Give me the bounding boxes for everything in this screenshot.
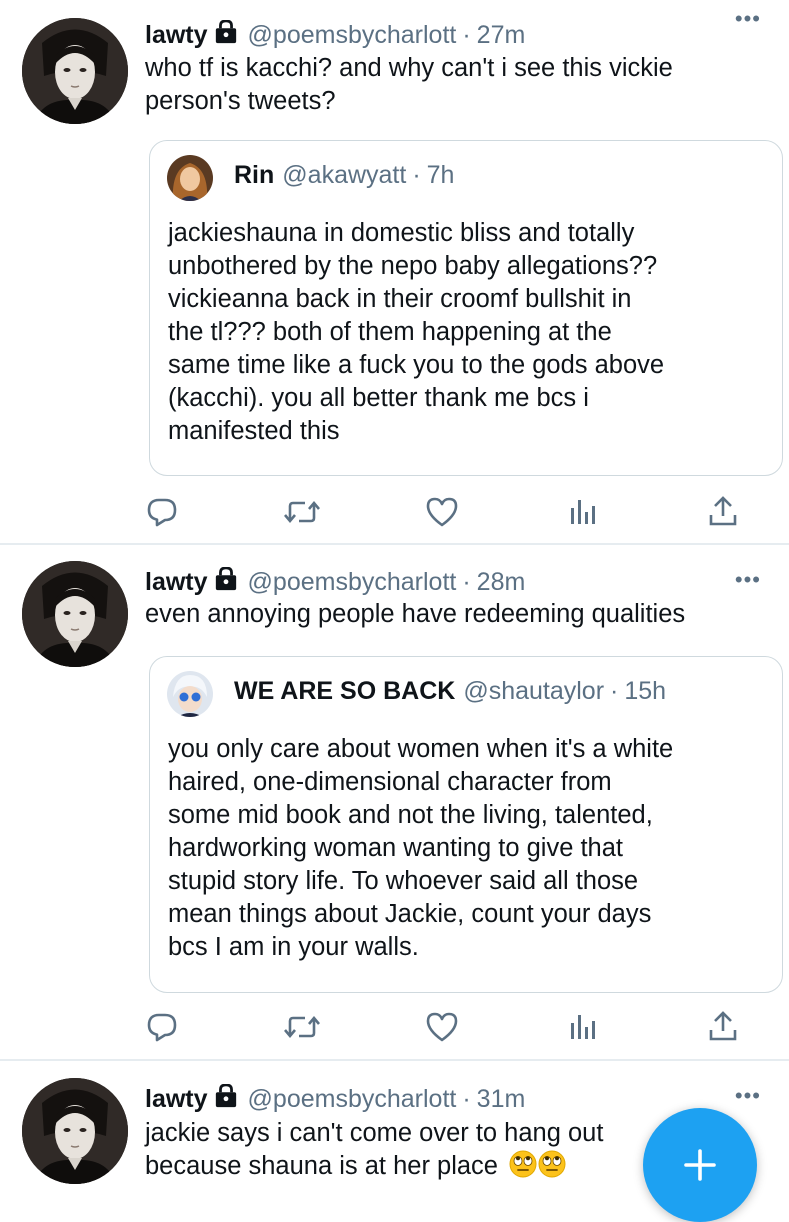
- analytics-icon[interactable]: [563, 492, 603, 532]
- quoted-text-line: you only care about women when it's a wh…: [168, 735, 674, 763]
- heart-icon[interactable]: [422, 1007, 462, 1047]
- quoted-header: Rin @akawyatt · 7h: [234, 161, 454, 190]
- tweet[interactable]: lawty @poemsbycharlott · 27m ••• who tf …: [0, 0, 789, 545]
- action-bar: [0, 492, 789, 532]
- quoted-text: jackieshauna in domestic bliss and total…: [168, 217, 664, 448]
- tweet-header: lawty @poemsbycharlott · 27m: [145, 18, 525, 52]
- tweet-text-line-with-emoji: because shauna is at her place: [145, 1150, 603, 1183]
- tweet-text: who tf is kacchi? and why can't i see th…: [145, 52, 673, 118]
- avatar[interactable]: [22, 1078, 128, 1184]
- lock-icon: [214, 20, 238, 51]
- tweet-header: lawty @poemsbycharlott · 31m: [145, 1082, 525, 1116]
- tweet-text: even annoying people have redeeming qual…: [145, 598, 685, 631]
- quoted-text-line: haired, one-dimensional character from: [168, 768, 612, 796]
- quoted-text-line: jackieshauna in domestic bliss and total…: [168, 219, 635, 247]
- quoted-text-line: vickieanna back in their croomf bullshit…: [168, 285, 632, 313]
- avatar[interactable]: [22, 561, 128, 667]
- separator-dot: ·: [412, 161, 421, 189]
- display-name[interactable]: lawty: [145, 568, 208, 597]
- username[interactable]: @poemsbycharlott: [248, 568, 457, 597]
- quoted-text-line: (kacchi). you all better thank me bcs i: [168, 384, 589, 412]
- quoted-text-line: unbothered by the nepo baby allegations?…: [168, 252, 658, 280]
- avatar-image: [22, 561, 128, 667]
- reply-icon[interactable]: [142, 1007, 182, 1047]
- timestamp[interactable]: 27m: [477, 21, 526, 50]
- retweet-icon[interactable]: [282, 492, 322, 532]
- quoted-text: you only care about women when it's a wh…: [168, 733, 673, 964]
- tweet-text-line: who tf is kacchi? and why can't i see th…: [145, 54, 673, 82]
- display-name[interactable]: lawty: [145, 1085, 208, 1114]
- more-options-icon[interactable]: •••: [735, 567, 761, 593]
- quoted-text-line: the tl??? both of them happening at the: [168, 318, 612, 346]
- tweet-text-line: because shauna is at her place: [145, 1152, 498, 1180]
- quoted-text-line: some mid book and not the living, talent…: [168, 801, 653, 829]
- tweet-text-line: jackie says i can't come over to hang ou…: [145, 1119, 604, 1147]
- action-bar: [0, 1007, 789, 1047]
- avatar[interactable]: [22, 18, 128, 124]
- share-icon[interactable]: [703, 492, 743, 532]
- face-with-rolling-eyes-icon: [538, 1150, 566, 1178]
- analytics-icon[interactable]: [563, 1007, 603, 1047]
- quoted-tweet[interactable]: WE ARE SO BACK @shautaylor · 15h you onl…: [149, 656, 783, 993]
- quoted-header: WE ARE SO BACK @shautaylor · 15h: [234, 677, 666, 706]
- quoted-avatar: [167, 671, 213, 717]
- lock-icon: [214, 1084, 238, 1115]
- reply-icon[interactable]: [142, 492, 182, 532]
- lock-icon: [214, 567, 238, 598]
- quoted-text-line: same time like a fuck you to the gods ab…: [168, 351, 665, 379]
- separator-dot: ·: [462, 1084, 471, 1113]
- tweet-text-line: person's tweets?: [145, 87, 336, 115]
- quoted-text-line: stupid story life. To whoever said all t…: [168, 867, 639, 895]
- tweet[interactable]: lawty @poemsbycharlott · 28m ••• even an…: [0, 545, 789, 1060]
- quoted-text-line: bcs I am in your walls.: [168, 933, 419, 961]
- more-options-icon[interactable]: •••: [735, 1083, 761, 1109]
- quoted-tweet[interactable]: Rin @akawyatt · 7h jackieshauna in domes…: [149, 140, 783, 476]
- quoted-username: @shautaylor: [463, 677, 605, 705]
- quoted-text-line: hardworking woman wanting to give that: [168, 834, 624, 862]
- tweet-text-line: even annoying people have redeeming qual…: [145, 600, 686, 628]
- avatar-image: [22, 18, 128, 124]
- tweet-header: lawty @poemsbycharlott · 28m: [145, 565, 525, 599]
- tweet-text: jackie says i can't come over to hang ou…: [145, 1117, 603, 1183]
- timestamp[interactable]: 31m: [477, 1085, 526, 1114]
- quoted-display-name: Rin: [234, 161, 275, 189]
- quoted-text-line: mean things about Jackie, count your day…: [168, 900, 652, 928]
- retweet-icon[interactable]: [282, 1007, 322, 1047]
- quoted-avatar: [167, 155, 213, 201]
- quoted-display-name: WE ARE SO BACK: [234, 677, 456, 705]
- username[interactable]: @poemsbycharlott: [248, 1085, 457, 1114]
- timestamp[interactable]: 28m: [477, 568, 526, 597]
- username[interactable]: @poemsbycharlott: [248, 21, 457, 50]
- quoted-username: @akawyatt: [282, 161, 407, 189]
- separator-dot: ·: [462, 567, 471, 596]
- plus-icon: [684, 1149, 716, 1181]
- quoted-text-line: manifested this: [168, 417, 340, 445]
- face-with-rolling-eyes-icon: [509, 1150, 537, 1178]
- share-icon[interactable]: [703, 1007, 743, 1047]
- heart-icon[interactable]: [422, 492, 462, 532]
- quoted-timestamp: 15h: [624, 677, 667, 705]
- separator-dot: ·: [610, 677, 619, 705]
- separator-dot: ·: [462, 20, 471, 49]
- avatar-image: [22, 1078, 128, 1184]
- quoted-timestamp: 7h: [426, 161, 455, 189]
- compose-tweet-button[interactable]: [643, 1108, 757, 1222]
- display-name[interactable]: lawty: [145, 21, 208, 50]
- more-options-icon[interactable]: •••: [735, 6, 761, 32]
